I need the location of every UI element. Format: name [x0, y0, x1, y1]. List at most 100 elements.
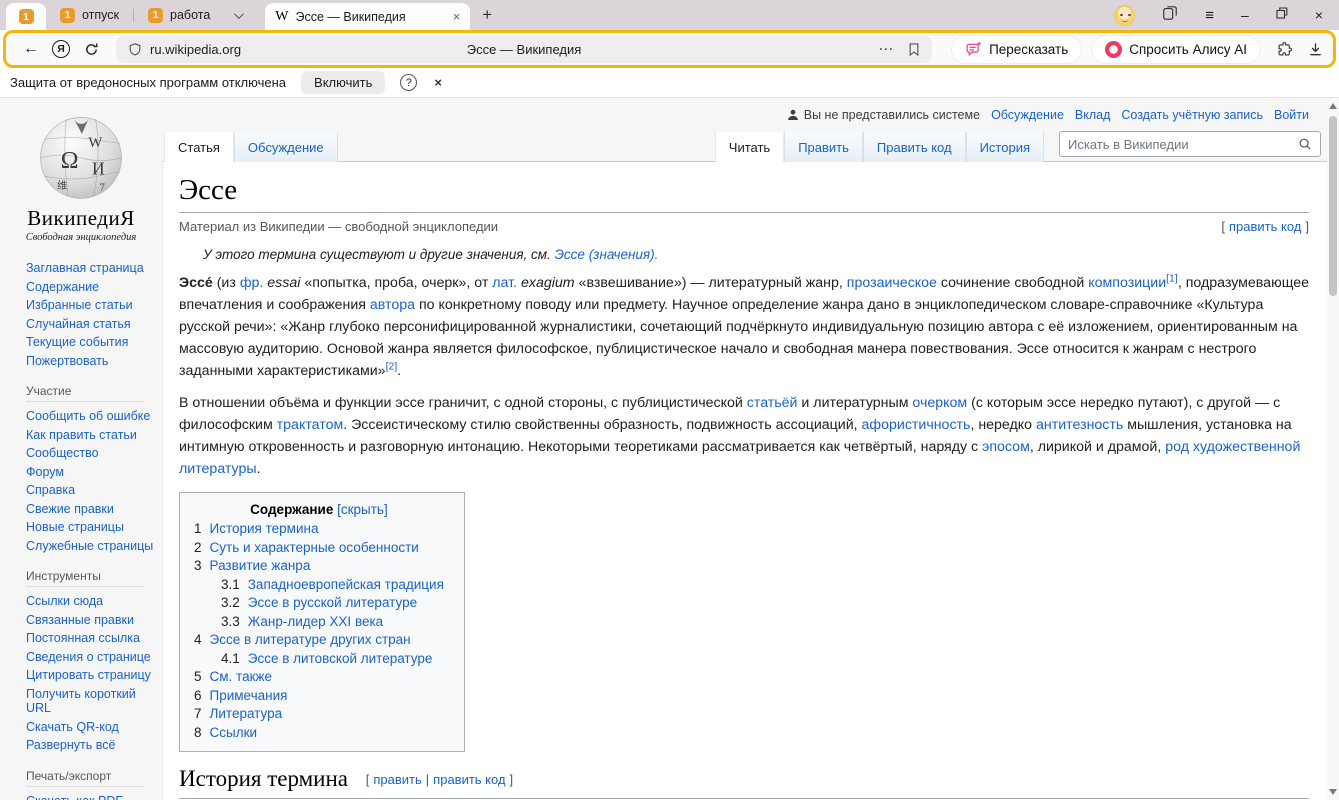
page-scrollbar[interactable]	[1327, 98, 1339, 800]
scroll-up-arrow[interactable]	[1329, 103, 1337, 109]
tab-edit[interactable]: Править	[784, 132, 863, 162]
window-close-button[interactable]: ×	[1315, 7, 1323, 23]
sidebar-link[interactable]: Содержание	[26, 280, 156, 295]
tab-group-indicator[interactable]: 1	[6, 3, 46, 30]
toc-item[interactable]: 8Ссылки	[194, 726, 444, 740]
tab-wikipedia-active[interactable]: W Эссе — Википедия ×	[265, 3, 470, 30]
edit-source-top-link[interactable]: [править код]	[1221, 219, 1309, 234]
toc-item[interactable]: 3Развитие жанра	[194, 559, 444, 573]
wiki-link[interactable]: статьёй	[747, 395, 798, 411]
bookmark-icon[interactable]	[908, 42, 920, 57]
toc-link[interactable]: См. также	[210, 669, 273, 684]
sidebar-link[interactable]: Форум	[26, 465, 156, 480]
wikipedia-wordmark[interactable]: ВикипедиЯ	[0, 206, 162, 231]
yandex-home-button[interactable]: Я	[46, 40, 76, 58]
toc-link[interactable]: Эссе в литовской литературе	[248, 651, 433, 666]
scroll-down-arrow[interactable]	[1329, 789, 1337, 795]
toc-link[interactable]: Суть и характерные особенности	[210, 540, 419, 555]
toc-link[interactable]: Эссе в литературе других стран	[210, 632, 411, 647]
downloads-icon[interactable]	[1308, 42, 1323, 57]
sidebar-link[interactable]: Сообщить об ошибке	[26, 409, 156, 424]
sidebar-link[interactable]: Текущие события	[26, 335, 156, 350]
toc-link[interactable]: Западноевропейская традиция	[248, 577, 444, 592]
search-input[interactable]	[1068, 137, 1298, 152]
notification-close-icon[interactable]: ×	[434, 75, 442, 90]
reference-link[interactable]: [2]	[386, 360, 398, 372]
toc-item[interactable]: 1История термина	[194, 522, 444, 536]
back-button[interactable]: ←	[16, 40, 46, 58]
toc-item[interactable]: 3.3Жанр-лидер XXI века	[221, 615, 444, 629]
sidebar-link[interactable]: Новые страницы	[26, 520, 156, 535]
extensions-puzzle-icon[interactable]	[1276, 41, 1293, 58]
window-restore-button[interactable]	[1276, 6, 1288, 24]
sidebar-link[interactable]: Случайная статья	[26, 317, 156, 332]
refresh-button[interactable]	[76, 42, 106, 57]
tab-edit-source[interactable]: Править код	[863, 132, 966, 162]
toc-item[interactable]: 3.2Эссе в русской литературе	[221, 596, 444, 610]
personal-link-contribs[interactable]: Вклад	[1075, 108, 1111, 122]
toc-item[interactable]: 6Примечания	[194, 689, 444, 703]
wiki-link[interactable]: фр.	[240, 275, 264, 291]
window-minimize-button[interactable]: –	[1241, 7, 1249, 23]
toc-link[interactable]: Развитие жанра	[210, 558, 311, 573]
sidebar-link[interactable]: Избранные статьи	[26, 298, 156, 313]
wiki-search-box[interactable]	[1059, 131, 1321, 157]
sidebar-link[interactable]: Заглавная страница	[26, 261, 156, 276]
toc-item[interactable]: 2Суть и характерные особенности	[194, 541, 444, 555]
wiki-link[interactable]: очерком	[912, 395, 967, 411]
wiki-link[interactable]: править код	[433, 772, 505, 787]
toc-link[interactable]: История термина	[210, 521, 319, 536]
sidebar-link[interactable]: Постоянная ссылка	[26, 631, 156, 646]
personal-link-talk[interactable]: Обсуждение	[991, 108, 1064, 122]
enable-protection-button[interactable]: Включить	[301, 71, 385, 94]
sidebar-link[interactable]: Ссылки сюда	[26, 594, 156, 609]
toc-link[interactable]: Жанр-лидер XXI века	[248, 614, 383, 629]
wiki-link[interactable]: эпосом	[982, 439, 1030, 455]
wiki-link[interactable]: афористичность	[862, 417, 971, 433]
sidebar-link[interactable]: Свежие правки	[26, 502, 156, 517]
tab-list-chevron-icon[interactable]	[224, 0, 251, 30]
toc-link[interactable]: Ссылки	[210, 725, 258, 740]
toc-item[interactable]: 4.1Эссе в литовской литературе	[221, 652, 444, 666]
wiki-link[interactable]: антитезность	[1036, 417, 1123, 433]
wiki-link[interactable]: править код	[1229, 219, 1301, 234]
tab-history[interactable]: История	[966, 132, 1044, 162]
sidebar-link[interactable]: Пожертвовать	[26, 354, 156, 369]
sidebar-link[interactable]: Сведения о странице	[26, 650, 156, 665]
toc-hide-toggle[interactable]: [скрыть]	[337, 502, 388, 517]
toc-link[interactable]: Примечания	[210, 688, 288, 703]
sidebar-link[interactable]: Цитировать страницу	[26, 668, 156, 683]
tab-read[interactable]: Читать	[715, 132, 784, 162]
sidebar-link[interactable]: Служебные страницы	[26, 539, 156, 554]
sidebar-link[interactable]: Развернуть всё	[26, 738, 156, 753]
side-panel-icon[interactable]	[1162, 5, 1178, 26]
wiki-link[interactable]: прозаическое	[847, 275, 937, 291]
sidebar-link[interactable]: Как править статьи	[26, 428, 156, 443]
wiki-link[interactable]: трактатом	[277, 417, 344, 433]
sidebar-link[interactable]: Справка	[26, 483, 156, 498]
section-edit-links[interactable]: [править|править код]	[366, 772, 513, 787]
sidebar-link[interactable]: Скачать как PDF	[26, 794, 156, 800]
scrollbar-thumb[interactable]	[1329, 116, 1337, 296]
wikipedia-globe-logo[interactable]: Ω W И 维 7	[35, 110, 127, 202]
tab-otpusk[interactable]: 1 отпуск	[46, 0, 133, 30]
ask-alice-button[interactable]: Спросить Алису AI	[1091, 35, 1261, 64]
address-bar[interactable]: Эссе — Википедия ru.wikipedia.org ···	[116, 36, 932, 63]
sidebar-link[interactable]: Сообщество	[26, 446, 156, 461]
tab-close-icon[interactable]: ×	[453, 9, 461, 24]
sidebar-link[interactable]: Получить короткий URL	[26, 687, 156, 716]
wiki-link[interactable]: Эссе (значения).	[555, 247, 659, 262]
toc-item[interactable]: 7Литература	[194, 707, 444, 721]
site-shield-icon[interactable]	[128, 42, 142, 57]
alice-avatar-icon[interactable]	[1114, 5, 1135, 26]
search-icon[interactable]	[1298, 137, 1312, 151]
toc-item[interactable]: 4Эссе в литературе других стран	[194, 633, 444, 647]
sidebar-link[interactable]: Связанные правки	[26, 613, 156, 628]
browser-menu-icon[interactable]: ≡	[1205, 7, 1214, 24]
toc-link[interactable]: Литература	[210, 706, 283, 721]
toc-item[interactable]: 5См. также	[194, 670, 444, 684]
personal-link-create-account[interactable]: Создать учётную запись	[1121, 108, 1263, 122]
wiki-link[interactable]: композиции	[1088, 275, 1166, 291]
toc-link[interactable]: Эссе в русской литературе	[248, 595, 417, 610]
toc-item[interactable]: 3.1Западноевропейская традиция	[221, 578, 444, 592]
